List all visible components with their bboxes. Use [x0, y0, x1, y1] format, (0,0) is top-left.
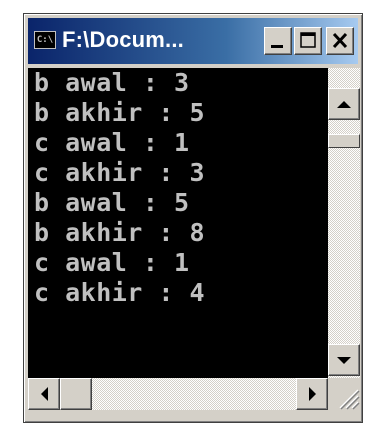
console-app-icon[interactable]: C:\ — [34, 31, 56, 49]
title-bar[interactable]: C:\ F:\Docum... — [28, 18, 358, 64]
console-line: c akhir : 3 — [34, 158, 206, 187]
arrow-down-icon — [337, 357, 351, 364]
console-line: c awal : 1 — [34, 248, 190, 277]
console-line: b awal : 5 — [34, 188, 190, 217]
arrow-left-icon — [41, 387, 48, 401]
maximize-button[interactable] — [294, 27, 322, 55]
close-button[interactable] — [326, 27, 354, 55]
arrow-up-icon — [337, 101, 351, 108]
scroll-right-button[interactable] — [296, 378, 328, 410]
console-line: c awal : 1 — [34, 128, 190, 157]
vertical-scroll-thumb[interactable] — [328, 134, 360, 148]
console-line: c akhir : 4 — [34, 278, 206, 307]
maximize-icon — [300, 32, 316, 48]
vertical-scrollbar[interactable] — [328, 68, 360, 378]
console-output[interactable]: b awal : 3 b akhir : 5 c awal : 1 c akhi… — [28, 68, 328, 378]
scroll-down-button[interactable] — [328, 344, 360, 376]
minimize-icon — [271, 45, 283, 48]
minimize-button[interactable] — [264, 27, 292, 55]
horizontal-scroll-thumb[interactable] — [60, 378, 92, 410]
console-line: b akhir : 8 — [34, 218, 206, 247]
console-line: b akhir : 5 — [34, 98, 206, 127]
arrow-right-icon — [309, 387, 316, 401]
scroll-left-button[interactable] — [28, 378, 60, 410]
resize-grip[interactable] — [328, 378, 360, 410]
resize-grip-icon — [339, 389, 360, 410]
horizontal-scrollbar[interactable] — [28, 378, 328, 410]
console-line: b awal : 3 — [34, 68, 190, 97]
close-icon — [332, 32, 348, 49]
window-title: F:\Docum... — [62, 27, 184, 52]
console-window: C:\ F:\Docum... b awal : 3 b akhir : 5 c… — [23, 13, 363, 423]
scroll-up-button[interactable] — [328, 88, 360, 120]
